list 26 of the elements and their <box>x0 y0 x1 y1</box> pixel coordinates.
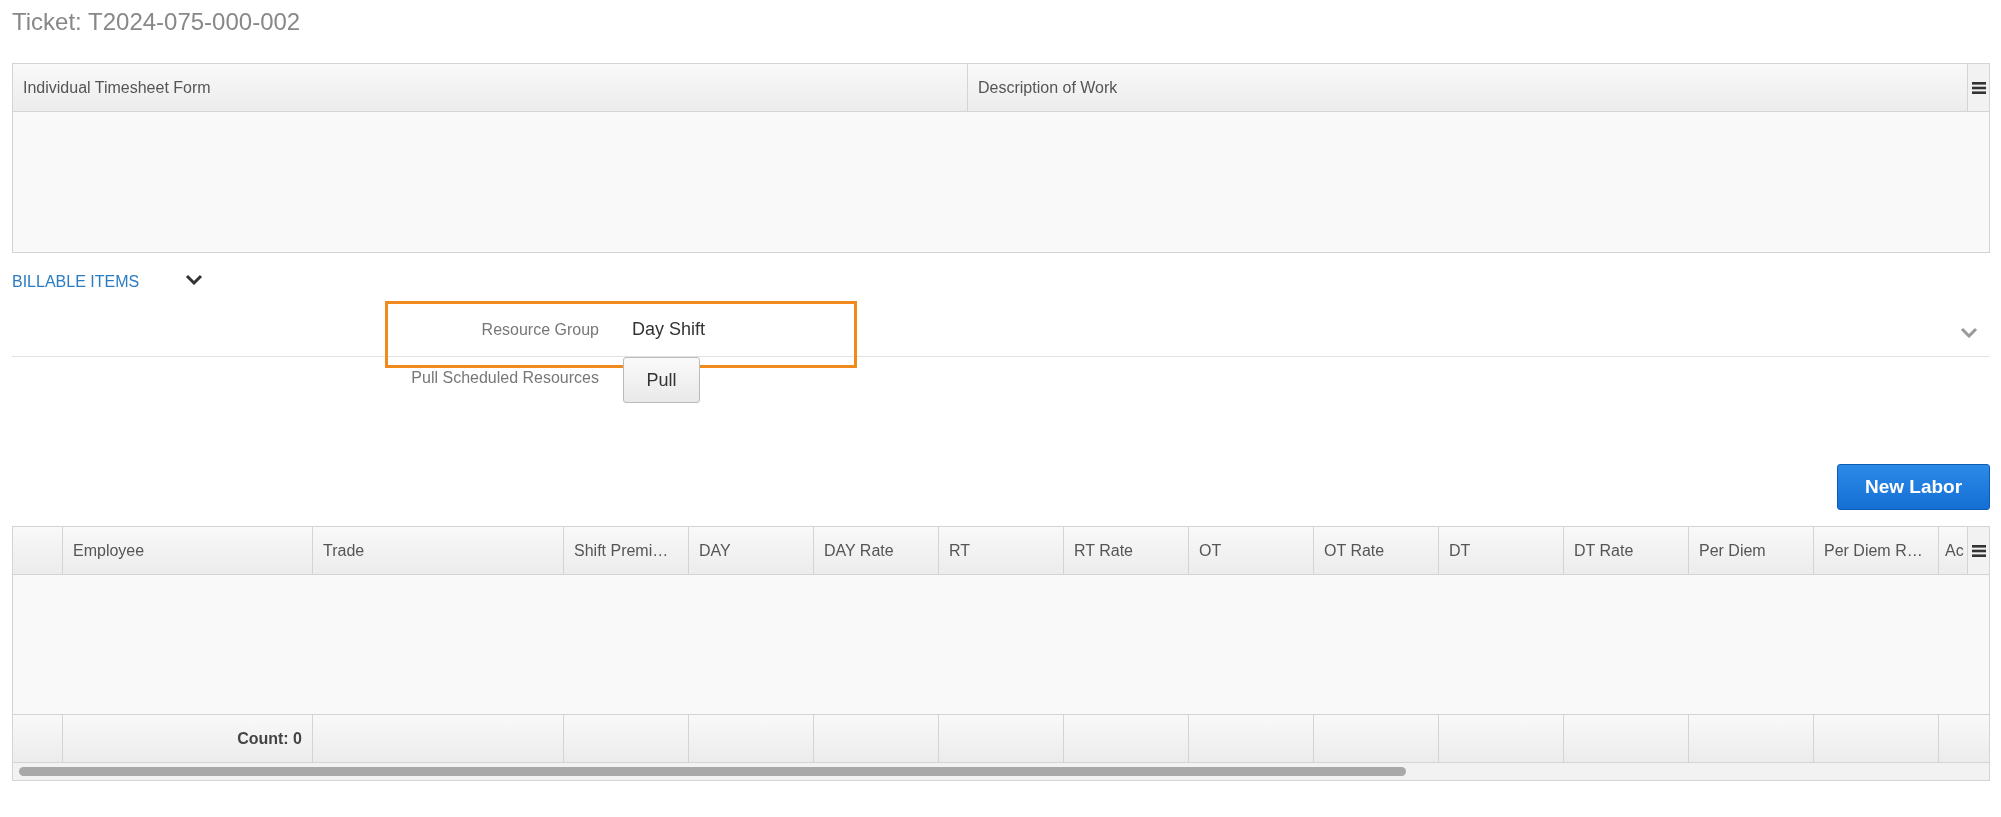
menu-icon[interactable] <box>1967 64 1989 111</box>
column-header[interactable]: RT <box>939 527 1064 574</box>
column-header[interactable]: Individual Timesheet Form <box>13 64 968 111</box>
field-value: Day Shift <box>632 319 706 340</box>
column-header[interactable]: OT Rate <box>1314 527 1439 574</box>
count-label: Count: 0 <box>237 729 302 748</box>
field-label: Resource Group <box>480 320 599 339</box>
new-labor-button[interactable]: New Labor <box>1837 464 1990 510</box>
column-header[interactable]: Per Diem R… <box>1814 527 1939 574</box>
menu-icon[interactable] <box>1967 527 1989 574</box>
column-header[interactable]: Shift Premi… <box>564 527 689 574</box>
scrollbar-thumb[interactable] <box>19 767 1406 776</box>
page-title: Ticket: T2024-075-000-002 <box>12 7 302 37</box>
chevron-down-icon[interactable] <box>185 273 204 285</box>
column-header[interactable]: DAY Rate <box>814 527 939 574</box>
column-header[interactable]: DAY <box>689 527 814 574</box>
pull-button[interactable]: Pull <box>623 357 700 403</box>
field-label: Pull Scheduled Resources <box>410 368 599 387</box>
column-header[interactable]: DT Rate <box>1564 527 1689 574</box>
column-header[interactable]: DT <box>1439 527 1564 574</box>
column-header[interactable]: RT Rate <box>1064 527 1189 574</box>
section-link[interactable]: BILLABLE ITEMS <box>12 273 140 291</box>
column-header[interactable]: Trade <box>313 527 564 574</box>
column-header[interactable]: Per Diem <box>1689 527 1814 574</box>
column-header[interactable]: Employee <box>63 527 313 574</box>
column-header[interactable]: OT <box>1189 527 1314 574</box>
